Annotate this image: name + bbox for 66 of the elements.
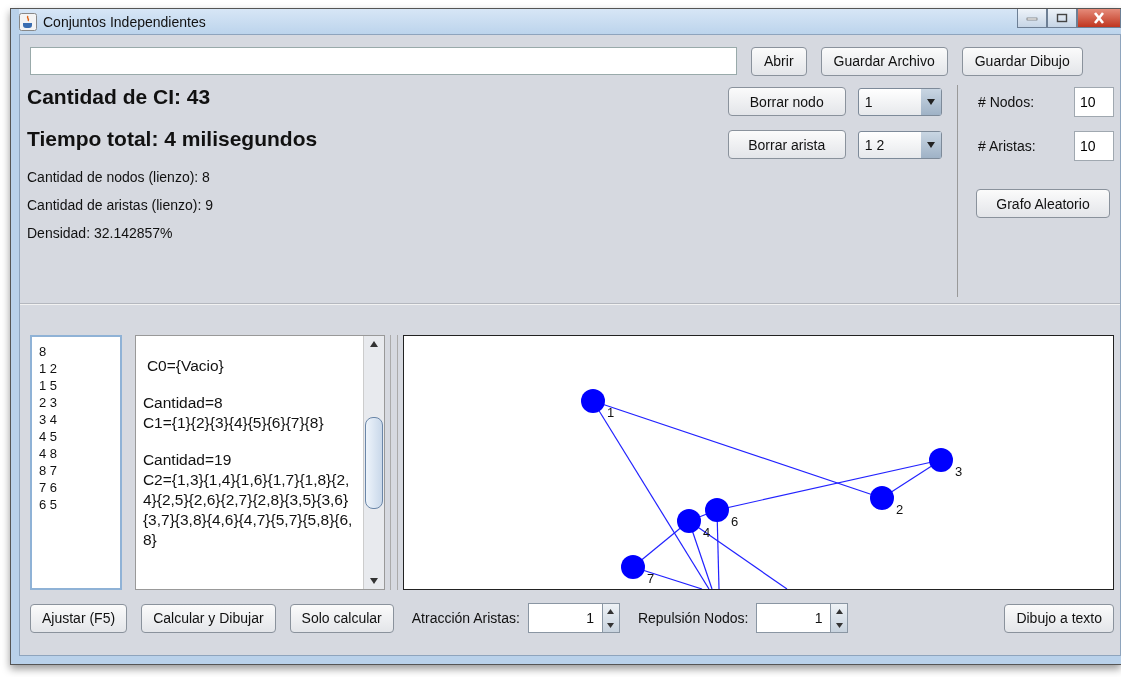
selection-dropdown[interactable]: 1 — [857, 87, 942, 116]
caret-icon — [926, 141, 935, 148]
number-spinner[interactable]: 1 — [756, 603, 849, 633]
graph-node — [704, 498, 729, 522]
scrollbar[interactable] — [362, 336, 384, 589]
action-button[interactable]: Ajustar (F5) — [30, 603, 128, 633]
edge-list-line: 4 8 — [39, 445, 59, 462]
output-line: Cantidad=8 — [142, 393, 224, 413]
stat-line: Cantidad de nodos (lienzo): 8 — [27, 169, 211, 187]
action-button[interactable]: Solo calcular — [289, 603, 394, 633]
edge-list-line: 1 2 — [39, 360, 59, 377]
node-label: 7 — [646, 571, 654, 586]
caret-icon — [926, 98, 935, 105]
file-path-field[interactable] — [30, 47, 737, 75]
edge-list-line: 8 — [39, 343, 48, 360]
close-button[interactable] — [1077, 9, 1121, 28]
output-line: Cantidad=19 — [142, 450, 233, 470]
edge-list-line: 4 5 — [39, 428, 59, 445]
scroll-down-icon — [369, 578, 378, 584]
edge-list-line: 6 5 — [39, 496, 59, 513]
selection-dropdown[interactable]: 1 2 — [857, 130, 942, 159]
file-button[interactable]: Guardar Archivo — [820, 46, 948, 76]
spinner-label: Atracción Aristas: — [411, 610, 520, 626]
maximize-icon — [1056, 13, 1068, 23]
spinner-label: Repulsión Nodos: — [637, 610, 749, 626]
minimize-button[interactable] — [1017, 9, 1047, 28]
graph-node — [676, 509, 701, 533]
edge-list-line: 7 6 — [39, 479, 59, 496]
window-title: Conjuntos Independientes — [43, 13, 206, 30]
graph-node — [620, 555, 645, 579]
field-label: # Aristas: — [978, 138, 1037, 154]
output-line: C0={Vacio} — [146, 356, 225, 376]
number-spinner[interactable]: 1 — [527, 603, 620, 633]
text-button[interactable]: Dibujo a texto — [1004, 603, 1114, 633]
scroll-up-icon — [369, 341, 378, 347]
stat-line: Densidad: 32.142857% — [27, 225, 174, 243]
maximize-button[interactable] — [1047, 9, 1077, 28]
random-graph-button[interactable]: Grafo Aleatorio — [976, 189, 1110, 218]
edge-list-line: 2 3 — [39, 394, 59, 411]
number-field[interactable]: 10 — [1074, 87, 1114, 117]
graph-node — [928, 448, 953, 472]
output-line: C1={1}{2}{3}{4}{5}{6}{7}{8} — [142, 413, 325, 433]
field-label: # Nodos: — [978, 94, 1036, 110]
graph-node — [580, 389, 605, 413]
file-button[interactable]: Abrir — [751, 46, 807, 76]
number-field[interactable]: 10 — [1074, 131, 1114, 161]
edge-list-line: 3 4 — [39, 411, 59, 428]
file-button[interactable]: Guardar Dibujo — [961, 46, 1083, 76]
edge-list-line: 1 5 — [39, 377, 59, 394]
cup-icon — [19, 12, 37, 31]
total-time: Tiempo total: 4 milisegundos — [27, 127, 319, 152]
splitter-handle[interactable] — [389, 335, 398, 590]
minimize-icon — [1026, 15, 1038, 21]
stat-line: Cantidad de aristas (lienzo): 9 — [27, 197, 214, 215]
graph-node — [869, 486, 894, 510]
node-label: 3 — [954, 464, 962, 479]
close-icon — [1092, 12, 1106, 24]
node-label: 2 — [895, 502, 903, 517]
delete-button[interactable]: Borrar arista — [727, 130, 846, 159]
delete-button[interactable]: Borrar nodo — [727, 87, 846, 116]
node-label: 6 — [730, 514, 738, 529]
output-line: C2={1,3}{1,4}{1,6}{1,7}{1,8}{2,4}{2,5}{2,6}{2,7}{2,8}{3,5}{3,6}{3,7}{3,8}{4,6}{4,7}{5,7}{5,8}{6,8} — [142, 470, 354, 550]
action-button[interactable]: Calcular y Dibujar — [141, 603, 276, 633]
ci-count: Cantidad de CI: 43 — [27, 85, 212, 110]
edge-list-line: 8 7 — [39, 462, 59, 479]
node-label: 1 — [606, 405, 614, 420]
